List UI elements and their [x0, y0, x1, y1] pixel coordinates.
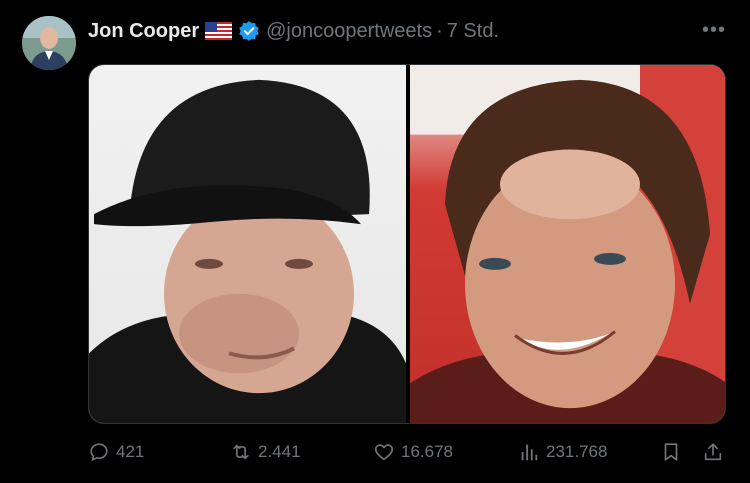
reply-icon — [90, 443, 108, 462]
tweet-action-bar: 421 2.441 16.678 231.768 — [88, 441, 728, 469]
like-button[interactable]: 16.678 — [373, 441, 453, 463]
heart-icon — [374, 444, 394, 461]
bar-chart-icon — [521, 444, 538, 461]
tweet-header: Jon Cooper @joncoopertweets · 7 Std. — [88, 18, 499, 44]
author-avatar[interactable] — [22, 16, 76, 70]
separator-dot: · — [436, 19, 443, 42]
views-count: 231.768 — [546, 442, 608, 461]
share-icon — [704, 443, 722, 461]
author-display-name[interactable]: Jon Cooper — [88, 20, 199, 43]
more-options-icon[interactable]: ••• — [702, 20, 726, 40]
views-button[interactable]: 231.768 — [518, 441, 607, 463]
media-photo-right[interactable] — [410, 65, 725, 423]
reply-button[interactable]: 421 — [88, 441, 144, 463]
us-flag-icon — [205, 22, 233, 40]
share-button[interactable] — [702, 441, 724, 463]
bookmark-icon — [664, 443, 678, 461]
verified-badge-icon[interactable] — [238, 20, 260, 42]
repost-button[interactable]: 2.441 — [230, 441, 301, 463]
media-photo-left[interactable] — [89, 65, 406, 423]
like-count: 16.678 — [401, 442, 453, 461]
author-handle[interactable]: @joncoopertweets — [266, 20, 432, 43]
repost-count: 2.441 — [258, 442, 301, 461]
reply-count: 421 — [116, 442, 145, 461]
bookmark-button[interactable] — [660, 441, 682, 463]
tweet-media[interactable] — [88, 64, 726, 424]
tweet-timestamp[interactable]: 7 Std. — [447, 20, 499, 43]
repost-icon — [233, 444, 249, 460]
